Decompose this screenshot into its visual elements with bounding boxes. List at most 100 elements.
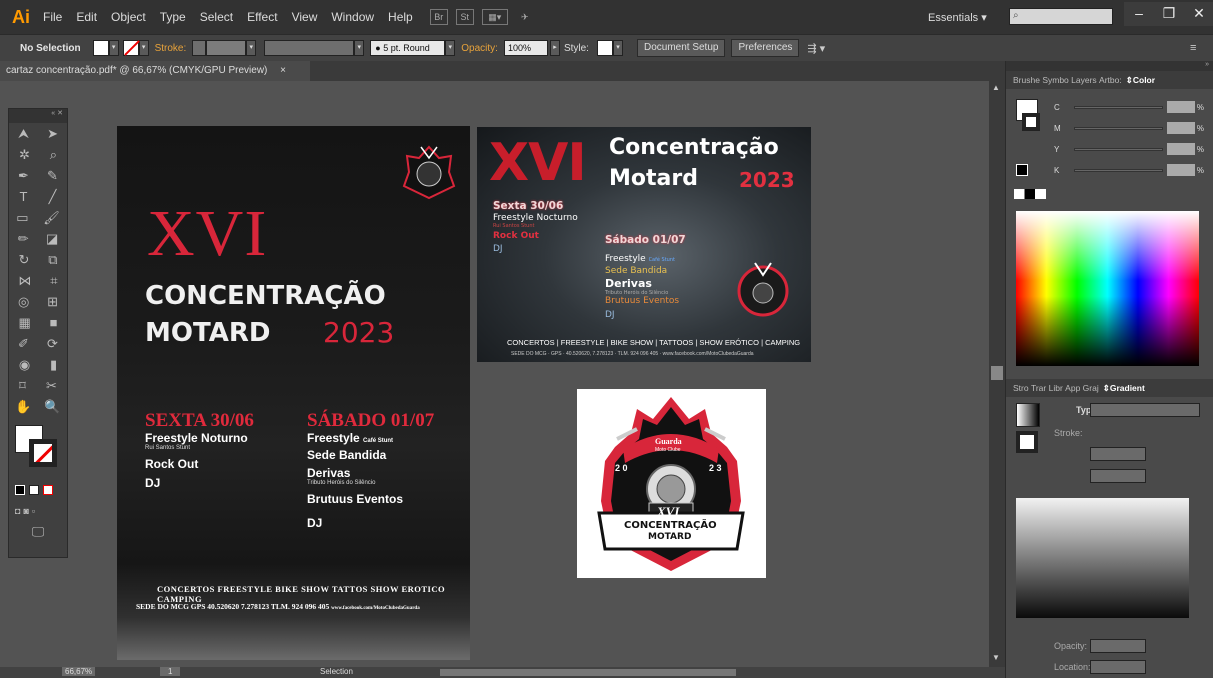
paintbrush-tool-icon[interactable]: 🖌 [43, 210, 60, 226]
opacity-input[interactable]: 100% [503, 40, 548, 56]
screen-mode-icon[interactable]: 🖵 [32, 524, 45, 540]
tab-artboards[interactable]: Artbo: [1099, 75, 1122, 85]
channel-value[interactable] [1167, 164, 1195, 176]
tab-appearance[interactable]: App [1065, 383, 1080, 393]
poster-horizontal-artboard[interactable]: XVI Concentração Motard 2023 Sexta 30/06… [477, 127, 811, 362]
width-tool-icon[interactable]: ⋈ [18, 273, 31, 289]
channel-slider[interactable] [1073, 105, 1164, 109]
stroke-weight-stepper[interactable] [192, 40, 207, 56]
opacity-label[interactable]: Opacity: [461, 43, 498, 54]
gradient-mode-icon[interactable] [29, 484, 39, 495]
gradient-tool-icon[interactable]: ■ [50, 315, 58, 330]
close-window-button[interactable]: ✕ [1184, 2, 1213, 26]
artboard-number-input[interactable]: 1 [160, 667, 181, 676]
selection-tool-icon[interactable]: ⮝ [18, 126, 29, 142]
style-dropdown[interactable]: ▾ [612, 40, 623, 56]
stroke-swatch[interactable] [122, 40, 140, 56]
channel-value[interactable] [1167, 101, 1195, 113]
graph-tool-icon[interactable]: ▮ [50, 357, 57, 373]
channel-slider[interactable] [1073, 168, 1164, 172]
document-setup-button[interactable]: Document Setup [636, 39, 726, 57]
menu-effect[interactable]: Effect [240, 10, 284, 24]
tab-stroke[interactable]: Stro [1013, 383, 1029, 393]
workspace-switcher[interactable]: Essentials ▾ [928, 11, 987, 24]
draw-behind-icon[interactable]: ◙ [23, 506, 28, 516]
tools-panel-header[interactable]: « ✕ [9, 109, 67, 123]
logo-artboard[interactable]: Guarda Moto Clube 2 0 2 3 XVI CONCENTRAÇ… [577, 389, 766, 578]
tab-brushes[interactable]: Brushe [1013, 75, 1040, 85]
perspective-grid-tool-icon[interactable]: ⊞ [47, 294, 58, 310]
panel-stroke-icon[interactable] [1022, 113, 1040, 131]
scale-tool-icon[interactable]: ⧉ [48, 252, 57, 268]
none-mode-icon[interactable] [43, 484, 53, 495]
direct-selection-tool-icon[interactable]: ➤ [47, 126, 58, 142]
channel-slider[interactable] [1073, 126, 1164, 130]
draw-inside-icon[interactable]: ▫ [32, 506, 35, 516]
gradient-opacity-input[interactable] [1090, 639, 1146, 653]
gradient-aspect-input[interactable] [1090, 469, 1146, 483]
blend-tool-icon[interactable]: ⟳ [47, 336, 58, 352]
stroke-weight-dropdown[interactable]: ▾ [246, 40, 257, 56]
gradient-preview-swatch[interactable] [1016, 403, 1040, 427]
zoom-input[interactable]: 66,67% [62, 667, 96, 676]
draw-normal-icon[interactable]: ◘ [15, 506, 20, 516]
menu-type[interactable]: Type [153, 10, 193, 24]
brush-dropdown[interactable]: ▾ [445, 40, 456, 56]
color-spectrum[interactable] [1016, 211, 1199, 366]
pen-tool-icon[interactable]: ✒ [18, 168, 29, 184]
dock-collapse-icon[interactable]: » [1006, 61, 1213, 71]
lasso-tool-icon[interactable]: ⌕ [50, 147, 57, 163]
tab-transparency[interactable]: Trar [1031, 383, 1046, 393]
poster-vertical-artboard[interactable]: XVI CONCENTRAÇÃO MOTARD 2023 SEXTA 30/06… [117, 126, 470, 660]
menu-file[interactable]: File [36, 10, 69, 24]
vertical-scrollbar[interactable]: ▲ ▼ [989, 81, 1005, 667]
menu-view[interactable]: View [285, 10, 325, 24]
pencil-tool-icon[interactable]: ✏ [18, 231, 29, 247]
brush-definition[interactable]: ● 5 pt. Round [370, 40, 446, 56]
type-tool-icon[interactable]: T [20, 189, 28, 204]
free-transform-tool-icon[interactable]: ⌗ [50, 273, 57, 289]
preferences-button[interactable]: Preferences [731, 39, 800, 57]
magic-wand-tool-icon[interactable]: ✲ [19, 147, 30, 163]
opacity-dropdown[interactable]: ▸ [549, 40, 560, 56]
tab-symbols[interactable]: Symbo [1042, 75, 1068, 85]
gradient-type-select[interactable] [1090, 403, 1200, 417]
shape-builder-tool-icon[interactable]: ◎ [18, 294, 29, 310]
rotate-tool-icon[interactable]: ↻ [18, 252, 29, 268]
rectangle-tool-icon[interactable]: ▭ [16, 210, 28, 226]
fill-dropdown[interactable]: ▾ [108, 40, 119, 56]
current-tool-status[interactable]: Selection [320, 667, 353, 676]
gradient-ramp[interactable] [1016, 498, 1189, 618]
scroll-down-icon[interactable]: ▼ [992, 653, 1000, 662]
stroke-color-icon[interactable] [29, 439, 57, 467]
tab-color[interactable]: ⇕Color [1126, 75, 1155, 86]
variable-width-profile[interactable] [264, 40, 355, 56]
color-mode-icon[interactable] [15, 484, 25, 495]
arrange-icon[interactable]: ⇶ ▾ [807, 42, 825, 55]
vertical-scroll-thumb[interactable] [991, 366, 1003, 380]
stock-icon[interactable]: St [455, 9, 474, 25]
channel-slider[interactable] [1073, 147, 1164, 151]
close-tab-icon[interactable]: × [280, 65, 286, 76]
help-search-input[interactable]: ⌕ [1009, 8, 1113, 25]
stroke-weight-input[interactable] [206, 40, 247, 56]
none-black-white-swatches[interactable] [1014, 189, 1046, 199]
tab-libraries[interactable]: Libr [1049, 383, 1063, 393]
restore-button[interactable]: ❐ [1154, 2, 1184, 26]
graphic-style-swatch[interactable] [596, 40, 613, 56]
channel-value[interactable] [1167, 143, 1195, 155]
gpu-performance-icon[interactable]: ✈ [516, 9, 534, 25]
menu-select[interactable]: Select [193, 10, 240, 24]
menu-help[interactable]: Help [381, 10, 420, 24]
arrange-documents-icon[interactable]: ▦▾ [481, 9, 508, 25]
document-tab[interactable]: cartaz concentração.pdf* @ 66,67% (CMYK/… [0, 61, 310, 81]
gradient-stroke-icon[interactable] [1016, 431, 1038, 453]
menu-object[interactable]: Object [104, 10, 153, 24]
symbol-sprayer-tool-icon[interactable]: ◉ [19, 357, 30, 373]
gradient-location-input[interactable] [1090, 660, 1146, 674]
fill-swatch[interactable] [92, 40, 109, 56]
minimize-button[interactable]: – [1124, 2, 1154, 26]
tab-graphic-styles[interactable]: Graj [1083, 383, 1099, 393]
profile-dropdown[interactable]: ▾ [354, 40, 365, 56]
artboard-tool-icon[interactable]: ⌑ [19, 378, 26, 394]
